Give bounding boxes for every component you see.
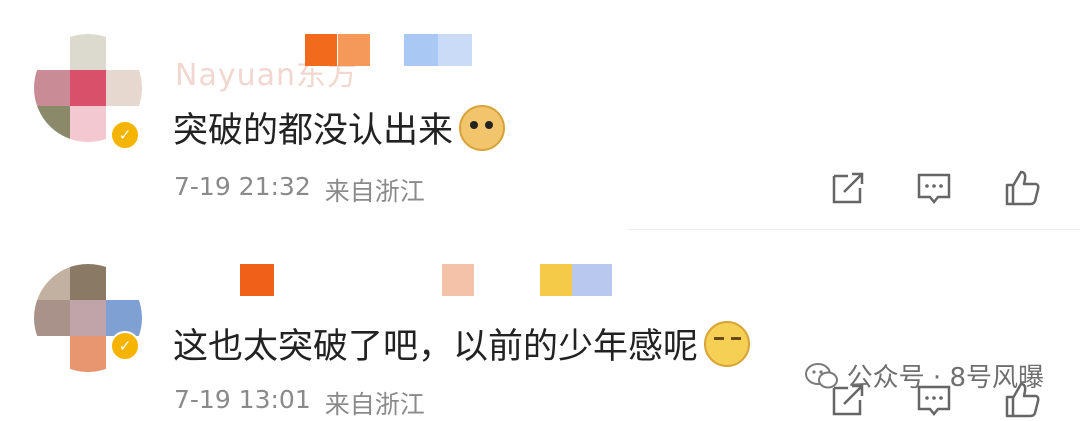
- comment-location: 来自浙江: [324, 177, 425, 206]
- avatar-pixel: [34, 34, 70, 70]
- watermark-text: 公众号 · 8号风曝: [846, 363, 1044, 393]
- wechat-icon: [804, 362, 838, 388]
- comment-icon[interactable]: [914, 168, 954, 208]
- comment-location: 来自浙江: [324, 390, 425, 419]
- comment-item-1: ✓ Nayuan东方 突破的都没认出来 7-19 21:32 来自浙江: [0, 0, 1080, 230]
- avatar-pixel: [34, 70, 70, 106]
- name-mosaic-block: [305, 34, 337, 66]
- avatar-pixel: [34, 264, 70, 300]
- doge-emoji-icon: [459, 104, 506, 151]
- avatar-pixel: [106, 34, 142, 70]
- comment-meta: 7-19 21:32 来自浙江: [174, 172, 425, 208]
- avatar-pixel: [106, 70, 142, 106]
- name-mosaic-block: [338, 34, 370, 66]
- name-mosaic-block: [370, 34, 400, 66]
- avatar-pixel: [70, 34, 106, 70]
- comment-meta: 7-19 13:01 来自浙江: [174, 385, 425, 421]
- name-mosaic-block: [404, 34, 438, 66]
- name-mosaic-block: [274, 264, 300, 296]
- comment-time: 7-19 21:32: [174, 172, 311, 201]
- avatar-pixel: [70, 70, 106, 106]
- name-mosaic-block: [240, 264, 274, 296]
- avatar-pixel: [106, 264, 142, 300]
- name-mosaic-block: [474, 264, 542, 296]
- name-mosaic-block: [572, 264, 612, 296]
- comment-text: 突破的都没认出来: [173, 102, 506, 153]
- avatar-pixel: [34, 106, 70, 142]
- avatar-pixel: [34, 300, 70, 336]
- avatar-pixel: [70, 264, 106, 300]
- share-icon[interactable]: [828, 168, 868, 208]
- name-mosaic-block: [438, 34, 472, 66]
- avatar-pixel: [70, 336, 106, 372]
- comment-text: 这也太突破了吧，以前的少年感呢: [173, 318, 751, 369]
- avatar-pixel: [70, 300, 106, 336]
- verified-badge-icon: ✓: [110, 120, 140, 150]
- thumbs-up-icon[interactable]: [1002, 168, 1042, 208]
- name-mosaic-block: [540, 264, 572, 296]
- comment-time: 7-19 13:01: [174, 385, 311, 414]
- watermark: 公众号 · 8号风曝: [804, 357, 1044, 394]
- shush-emoji-icon: [704, 320, 751, 367]
- avatar-pixel: [70, 106, 106, 142]
- verified-badge-icon: ✓: [110, 331, 140, 361]
- avatar-pixel: [34, 336, 70, 372]
- name-mosaic-block: [442, 264, 474, 296]
